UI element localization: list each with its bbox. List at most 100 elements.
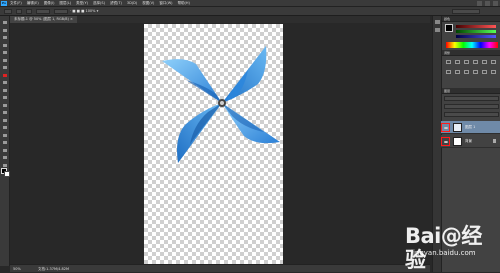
color-spectrum[interactable]: [446, 42, 498, 48]
zoom-tool-icon: [3, 163, 7, 167]
background-color[interactable]: [4, 171, 10, 177]
dodge-tool-button[interactable]: [2, 118, 8, 123]
layer-thumbnail: [453, 123, 462, 132]
blur-tool-icon: [3, 111, 7, 114]
gradient-tool-icon: [3, 103, 7, 107]
watermark-url: jingyan.baidu.com: [411, 249, 476, 257]
lasso-tool-button[interactable]: [2, 35, 8, 40]
minimize-button[interactable]: [477, 1, 482, 6]
opacity-field[interactable]: [54, 9, 68, 14]
shape-tool-button[interactable]: [2, 148, 8, 153]
document-tab[interactable]: 未标题-1 @ 50% (图层 1, RGB/8) ×: [10, 16, 77, 23]
eye-icon: [444, 141, 448, 143]
options-controls: [4, 9, 68, 14]
adjustment-icon[interactable]: [482, 70, 487, 74]
tool-preset-picker[interactable]: [4, 9, 12, 14]
workspace-dropdown[interactable]: [452, 9, 480, 14]
move-tool-icon: [3, 21, 7, 24]
layer-filter[interactable]: [444, 96, 499, 101]
menu-item[interactable]: 图像(I): [44, 0, 55, 7]
type-tool-icon: [3, 133, 7, 137]
healing-brush-tool-button[interactable]: [2, 65, 8, 70]
marquee-tool-button[interactable]: [2, 28, 8, 33]
adjustment-icon[interactable]: [491, 60, 496, 64]
brush-tool-button[interactable]: [2, 73, 8, 78]
menu-item[interactable]: 视图(V): [142, 0, 154, 7]
adjustment-icon[interactable]: [446, 70, 451, 74]
dodge-tool-icon: [3, 118, 7, 122]
adjustment-icon[interactable]: [482, 60, 487, 64]
visibility-toggle[interactable]: [441, 137, 450, 146]
color-panel-header[interactable]: 颜色: [442, 16, 500, 22]
brush-tool-icon: [3, 73, 7, 77]
adjustment-icon[interactable]: [464, 70, 469, 74]
layer-name: 图层 1: [465, 125, 476, 129]
eyedropper-tool-icon: [3, 58, 7, 62]
hand-tool-button[interactable]: [2, 155, 8, 160]
history-brush-tool-button[interactable]: [2, 88, 8, 93]
adjustment-icon[interactable]: [455, 60, 460, 64]
green-slider[interactable]: [456, 30, 496, 33]
eyedropper-tool-button[interactable]: [2, 58, 8, 63]
blur-tool-button[interactable]: [2, 110, 8, 115]
close-button[interactable]: [493, 1, 498, 6]
layers-panel-header[interactable]: 图层: [442, 88, 500, 94]
photoshop-logo: Ps: [1, 1, 7, 6]
color-panel-foreground[interactable]: [445, 24, 453, 32]
menu-item[interactable]: 类型(Y): [76, 0, 88, 7]
brush-panel-toggle[interactable]: [26, 9, 32, 14]
adjustment-icon[interactable]: [455, 70, 460, 74]
pen-tool-button[interactable]: [2, 125, 8, 130]
color-swatches[interactable]: [1, 168, 10, 177]
layers-panel-title: 图层: [444, 89, 451, 93]
path-select-tool-button[interactable]: [2, 140, 8, 145]
blue-slider[interactable]: [456, 35, 496, 38]
type-tool-button[interactable]: [2, 133, 8, 138]
menu-item[interactable]: 图层(L): [59, 0, 71, 7]
shape-tool-icon: [3, 148, 7, 152]
menu-item[interactable]: 选择(S): [93, 0, 105, 7]
menu-item[interactable]: 滤镜(T): [110, 0, 122, 7]
document-canvas[interactable]: [144, 24, 283, 265]
layer-thumbnail: [453, 137, 462, 146]
crop-tool-button[interactable]: [2, 50, 8, 55]
layer-name: 背景: [465, 139, 472, 143]
menu-item[interactable]: 3D(D): [127, 0, 137, 7]
lock-options[interactable]: [444, 112, 499, 117]
menu-item[interactable]: 帮助(H): [178, 0, 190, 7]
quick-select-tool-button[interactable]: [2, 43, 8, 48]
history-icon[interactable]: [435, 20, 440, 24]
eraser-tool-button[interactable]: [2, 95, 8, 100]
clone-stamp-tool-button[interactable]: [2, 80, 8, 85]
menu-item[interactable]: 编辑(E): [27, 0, 39, 7]
adjustment-icon[interactable]: [473, 70, 478, 74]
properties-icon[interactable]: [435, 28, 440, 32]
mode-dropdown[interactable]: [36, 9, 50, 14]
menu-item[interactable]: 文件(F): [10, 0, 22, 7]
pinwheel-blade: [177, 103, 222, 163]
maximize-button[interactable]: [485, 1, 490, 6]
layer-row[interactable]: 图层 1: [441, 121, 500, 134]
red-slider[interactable]: [456, 25, 496, 28]
adjustment-icon[interactable]: [491, 70, 496, 74]
clone-stamp-tool-icon: [3, 81, 7, 84]
move-tool-button[interactable]: [2, 20, 8, 25]
layer-row[interactable]: 背景: [441, 135, 500, 148]
menu-list: 文件(F) 编辑(E) 图像(I) 图层(L) 类型(Y) 选择(S) 滤镜(T) 3D(D)…: [10, 0, 190, 7]
gradient-tool-button[interactable]: [2, 103, 8, 108]
brush-size-picker[interactable]: [16, 9, 22, 14]
adjustment-icon[interactable]: [446, 60, 451, 64]
lasso-tool-icon: [3, 36, 7, 39]
blend-mode-dropdown[interactable]: [444, 104, 499, 109]
pinwheel-image: [162, 46, 280, 163]
pen-tool-icon: [3, 126, 7, 129]
tools-panel: [0, 16, 10, 266]
document-tab-bar: 未标题-1 @ 50% (图层 1, RGB/8) ×: [10, 16, 430, 23]
adjustment-icon[interactable]: [473, 60, 478, 64]
zoom-tool-button[interactable]: [2, 163, 8, 168]
adjustment-icon[interactable]: [464, 60, 469, 64]
window-controls: [477, 1, 498, 6]
visibility-toggle[interactable]: [441, 123, 450, 132]
menu-item[interactable]: 窗口(W): [159, 0, 172, 7]
adjustments-panel-header[interactable]: 调整: [442, 50, 500, 56]
